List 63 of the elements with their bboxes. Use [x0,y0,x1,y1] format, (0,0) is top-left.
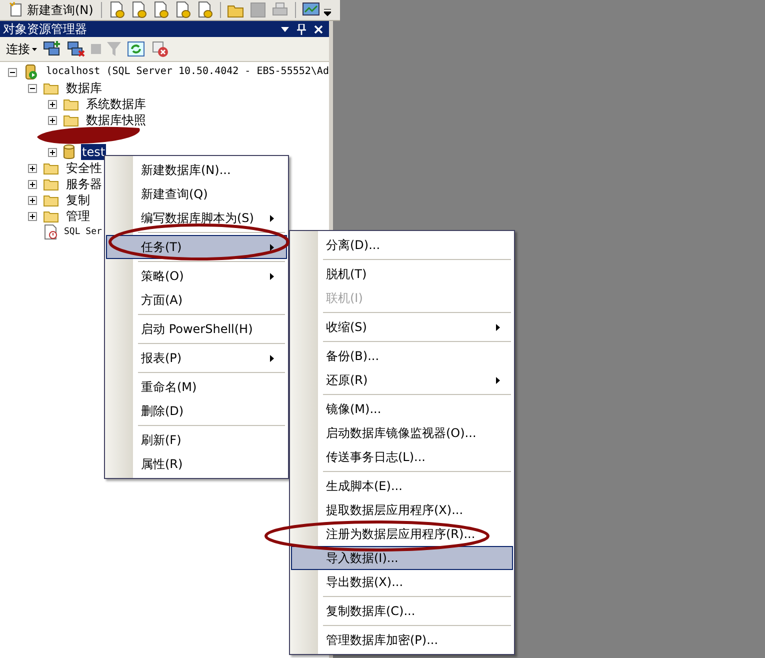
expand-box[interactable] [28,180,37,188]
new-query-icon [8,2,24,18]
menu-item[interactable]: 管理数据库加密(P)... [291,628,513,652]
expand-box[interactable] [48,100,57,108]
refresh-icon[interactable] [127,41,145,57]
overflow-icon[interactable] [324,9,332,17]
caret-icon [32,48,37,50]
menu-item[interactable]: 脱机(T) [291,262,513,286]
menu-item[interactable]: 镜像(M)... [291,397,513,421]
expand-box[interactable] [48,116,57,124]
expand-box[interactable] [28,212,37,220]
tree-item[interactable]: 数据库快照 [85,112,147,128]
tree-item[interactable]: 管理 [65,208,91,224]
pin-icon[interactable] [297,24,306,34]
document-icon[interactable] [196,1,214,19]
menu-item[interactable]: 传送事务日志(L)... [291,445,513,469]
stop-refresh-icon[interactable] [151,40,169,58]
menu-item[interactable]: 还原(R) [291,368,513,392]
dropdown-icon[interactable] [281,26,289,32]
menu-item[interactable]: 收缩(S) [291,315,513,339]
menu-item[interactable]: 导出数据(X)... [291,570,513,594]
expand-box[interactable] [28,164,37,172]
menu-item[interactable]: 策略(O) [106,264,287,288]
menu-item[interactable]: 注册为数据层应用程序(R)... [291,522,513,546]
menu-item[interactable]: 提取数据层应用程序(X)... [291,498,513,522]
menu-item[interactable]: 报表(P) [106,346,287,370]
menu-item[interactable]: 启动 PowerShell(H) [106,317,287,341]
menu-item[interactable]: 新建数据库(N)... [106,158,287,182]
menu-item[interactable]: 方面(A) [106,288,287,312]
menu-item[interactable]: 编写数据库脚本为(S) [106,206,287,230]
document-icon[interactable] [108,1,126,19]
collapse-box[interactable] [8,68,17,76]
tree-item[interactable]: 服务器 [65,176,103,192]
panel-title: 对象资源管理器 [3,20,88,38]
document-icon[interactable] [174,1,192,19]
menu-item[interactable]: 生成脚本(E)... [291,474,513,498]
document-icon[interactable] [130,1,148,19]
tree-item[interactable]: 数据库 [65,80,103,96]
expand-box[interactable] [28,196,37,204]
connect-button[interactable]: 连接 [6,40,37,58]
tree-item[interactable]: 安全性 [65,160,103,176]
collapse-box[interactable] [28,84,37,92]
close-icon[interactable] [314,24,323,34]
document-icon[interactable] [152,1,170,19]
tree-item[interactable]: 系统数据库 [85,96,147,112]
menu-item[interactable]: 删除(D) [106,399,287,423]
menu-item[interactable]: 备份(B)... [291,344,513,368]
menu-item[interactable]: 分离(D)... [291,233,513,257]
disconnect-icon[interactable] [67,40,85,58]
tree-item[interactable]: SQL Ser [63,224,103,240]
new-query-button[interactable]: 新建查询(N) [6,2,96,18]
expand-box[interactable] [48,148,57,156]
menu-item[interactable]: 刷新(F) [106,428,287,452]
tree-item[interactable]: localhost (SQL Server 10.50.4042 - EBS-55552\Ad [45,64,330,80]
menu-item[interactable]: 导入数据(I)... [291,546,513,570]
menu-item[interactable]: 属性(R) [106,452,287,476]
menu-item[interactable]: 复制数据库(C)... [291,599,513,623]
tree-item[interactable]: test [81,144,106,160]
menu-item[interactable]: 启动数据库镜像监视器(O)... [291,421,513,445]
menu-item[interactable]: 新建查询(Q) [106,182,287,206]
tree-item[interactable]: 复制 [65,192,91,208]
connect-icon[interactable] [43,40,61,58]
menu-item[interactable]: 重命名(M) [106,375,287,399]
